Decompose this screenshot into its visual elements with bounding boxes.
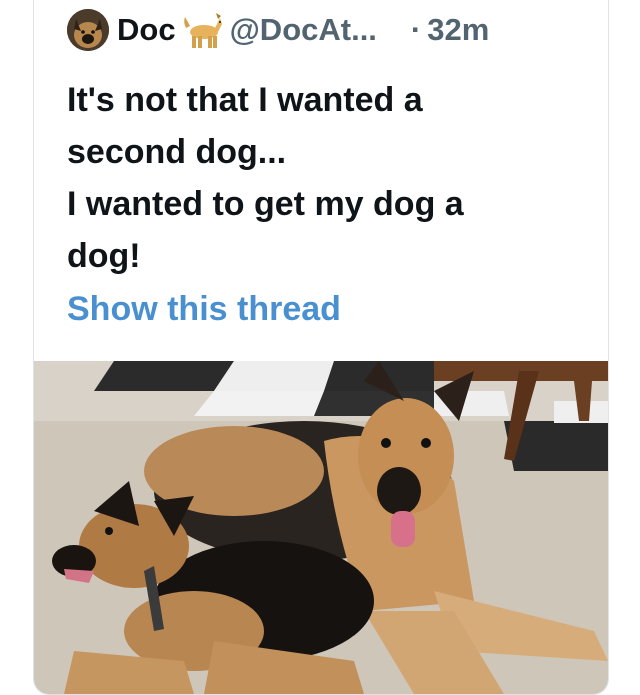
- dog-avatar-icon: [67, 9, 109, 51]
- tweet-text-line: It's not that I wanted a: [67, 81, 423, 119]
- timestamp[interactable]: 32m: [427, 12, 489, 48]
- tweet-header: Doc @DocAt... · 32m: [67, 4, 489, 56]
- show-thread-link[interactable]: Show this thread: [67, 290, 341, 329]
- author-name[interactable]: Doc: [117, 12, 176, 48]
- tweet-text-line: I wanted to get my dog a: [67, 185, 464, 223]
- tweet-card[interactable]: Doc @DocAt... · 32m It's not that I want…: [33, 0, 609, 695]
- avatar[interactable]: [67, 9, 109, 51]
- tweet-text-line: dog!: [67, 237, 141, 275]
- author-handle[interactable]: @DocAt...: [230, 12, 377, 48]
- tweet-photo[interactable]: [34, 361, 608, 694]
- dog-emoji-icon: [183, 13, 222, 48]
- time-separator: ·: [410, 12, 422, 47]
- tweet-text: It's not that I wanted a second dog... I…: [67, 74, 587, 282]
- tweet-text-line: second dog...: [67, 133, 287, 171]
